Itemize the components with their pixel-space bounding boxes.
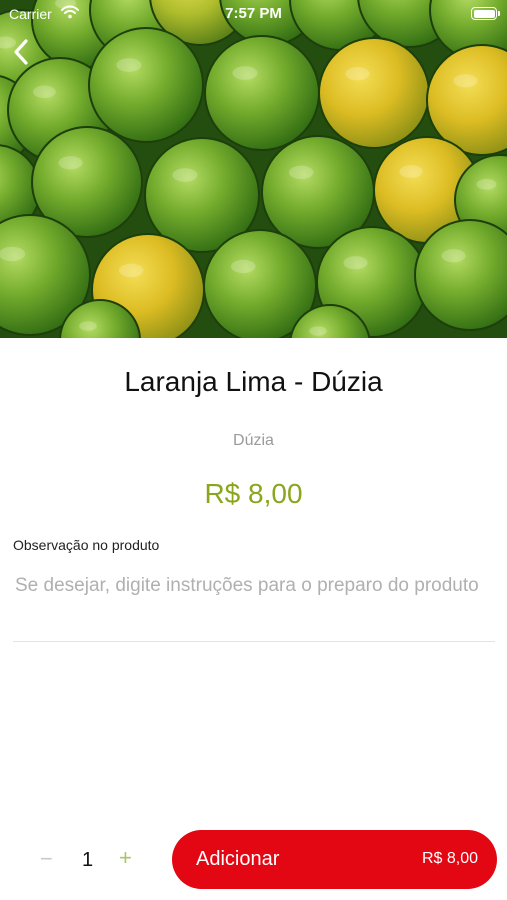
lime-highlight: [230, 259, 256, 274]
lime-fruit: [204, 35, 320, 151]
lime-highlight: [343, 256, 368, 270]
clock: 7:57 PM: [225, 5, 282, 22]
lime-highlight: [32, 85, 56, 99]
lime-highlight: [172, 168, 198, 182]
lime-highlight: [453, 74, 478, 88]
add-button-label: Adicionar: [196, 848, 280, 870]
add-button-price: R$ 8,00: [421, 850, 478, 867]
lime-highlight: [232, 66, 258, 80]
quantity-stepper: − 1 +: [30, 840, 150, 880]
product-image: [0, 0, 507, 338]
lime-highlight: [118, 263, 144, 278]
lime-fruit: [88, 27, 204, 143]
chevron-left-icon: [14, 39, 28, 65]
product-title: Laranja Lima - Dúzia: [124, 366, 383, 397]
back-button[interactable]: [6, 36, 36, 68]
product-unit: Dúzia: [233, 432, 274, 449]
battery-icon: [471, 7, 500, 20]
lime-highlight: [79, 321, 97, 331]
lime-highlight: [0, 246, 26, 262]
observation-label: Observação no produto: [13, 537, 160, 553]
lime-highlight: [309, 326, 327, 336]
increase-button[interactable]: +: [119, 845, 132, 871]
lime-highlight: [58, 156, 83, 170]
status-bar: Carrier 7:57 PM: [0, 0, 507, 28]
quantity-value: 1: [82, 849, 94, 871]
lime-highlight: [345, 67, 370, 81]
lime-highlight: [288, 165, 314, 180]
lime-highlight: [476, 178, 497, 190]
limes-photo: [0, 0, 507, 338]
lime-fruit: [318, 37, 430, 149]
decrease-button[interactable]: −: [40, 846, 53, 872]
lime-highlight: [441, 249, 466, 263]
add-to-cart-button[interactable]: Adicionar R$ 8,00: [172, 830, 497, 889]
lime-highlight: [116, 58, 142, 72]
observation-input[interactable]: [13, 568, 495, 642]
lime-highlight: [399, 165, 423, 178]
product-price: R$ 8,00: [204, 478, 303, 509]
